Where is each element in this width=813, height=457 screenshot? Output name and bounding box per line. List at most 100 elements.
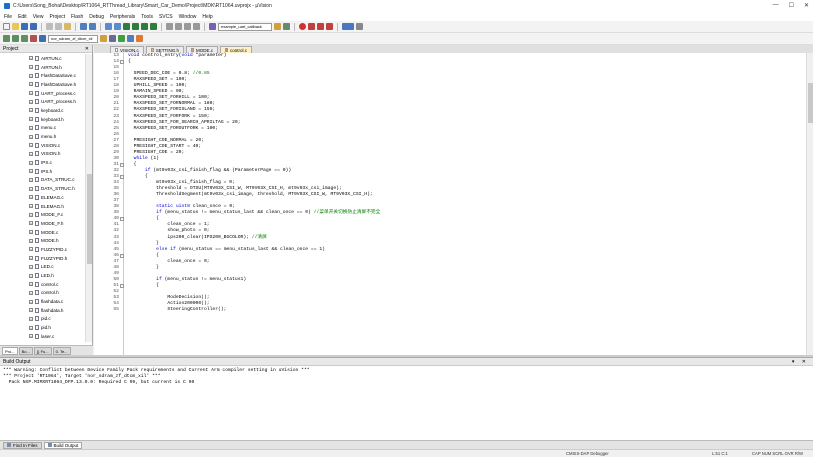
window-layout-icon[interactable] xyxy=(342,23,354,30)
menu-item-debug[interactable]: Debug xyxy=(89,14,104,20)
file-extensions-icon[interactable] xyxy=(109,35,116,42)
expand-icon[interactable]: + xyxy=(29,177,33,182)
expand-icon[interactable]: + xyxy=(29,256,33,261)
bottom-tab-build-output[interactable]: Build Output xyxy=(43,441,83,449)
project-panel-close-button[interactable]: ✕ xyxy=(85,45,89,53)
tree-item-file[interactable]: + AIRTUN.h xyxy=(0,63,86,72)
tree-item-file[interactable]: + control.h xyxy=(0,289,86,298)
download-icon[interactable] xyxy=(39,35,46,42)
comment-icon[interactable] xyxy=(184,23,191,30)
tree-item-file[interactable]: + LED.c xyxy=(0,263,86,272)
build-icon[interactable] xyxy=(12,35,19,42)
editor-tab-mode-c[interactable]: MODE.c xyxy=(186,46,219,53)
menu-item-view[interactable]: View xyxy=(33,14,44,20)
expand-icon[interactable]: + xyxy=(29,247,33,252)
tree-item-file[interactable]: + AIRTUN.c xyxy=(0,54,86,63)
select-packs-icon[interactable] xyxy=(136,35,143,42)
manage-packs-icon[interactable] xyxy=(118,35,125,42)
tree-item-file[interactable]: + flashdata.h xyxy=(0,306,86,315)
fold-toggle-icon[interactable]: - xyxy=(120,175,124,179)
expand-icon[interactable]: + xyxy=(29,308,33,313)
build-output-controls[interactable]: ▾ ✕ xyxy=(792,358,809,366)
translate-icon[interactable] xyxy=(3,35,10,42)
expand-icon[interactable]: + xyxy=(29,273,33,278)
tree-item-file[interactable]: + DATA_STRUC.h xyxy=(0,184,86,193)
maximize-button[interactable]: ☐ xyxy=(789,2,794,9)
menu-item-window[interactable]: Window xyxy=(179,14,197,20)
menu-item-svcs[interactable]: SVCS xyxy=(159,14,173,20)
open-folder-icon[interactable] xyxy=(12,23,19,30)
menu-item-help[interactable]: Help xyxy=(202,14,212,20)
fold-toggle-icon[interactable]: - xyxy=(120,217,124,222)
tree-item-file[interactable]: + IPS.c xyxy=(0,158,86,167)
close-button[interactable]: ✕ xyxy=(804,2,809,9)
panel-tab-3[interactable]: 0. Te... xyxy=(52,346,71,355)
menu-item-file[interactable]: File xyxy=(4,14,12,20)
expand-icon[interactable]: + xyxy=(29,186,33,191)
expand-icon[interactable]: + xyxy=(29,299,33,304)
tree-item-file[interactable]: + MODE_F.h xyxy=(0,219,86,228)
fold-toggle-icon[interactable]: - xyxy=(120,60,124,65)
expand-icon[interactable]: + xyxy=(29,325,33,330)
panel-tab-2[interactable]: {} Fu... xyxy=(33,346,52,355)
expand-icon[interactable]: + xyxy=(29,221,33,226)
tree-item-file[interactable]: + menu.c xyxy=(0,124,86,133)
menu-item-peripherals[interactable]: Peripherals xyxy=(110,14,135,20)
expand-icon[interactable]: + xyxy=(29,99,33,104)
next-bookmark-icon[interactable] xyxy=(141,23,148,30)
undo-icon[interactable] xyxy=(80,23,87,30)
menu-item-flash[interactable]: Flash xyxy=(71,14,83,20)
fold-toggle-icon[interactable]: - xyxy=(120,253,124,258)
expand-icon[interactable]: + xyxy=(29,282,33,287)
tree-item-file[interactable]: + FUZZYPID.h xyxy=(0,254,86,263)
tree-item-file[interactable]: + control.c xyxy=(0,280,86,289)
expand-icon[interactable]: + xyxy=(29,91,33,96)
tree-item-file[interactable]: + VISION.c xyxy=(0,141,86,150)
find-combo[interactable]: example_uart_callback xyxy=(218,22,272,31)
tree-item-file[interactable]: + keyboard.c xyxy=(0,106,86,115)
expand-icon[interactable]: + xyxy=(29,65,33,70)
unindent-icon[interactable] xyxy=(175,23,182,30)
kill-breakpoints-icon[interactable] xyxy=(326,23,333,30)
editor-scrollbar-thumb[interactable] xyxy=(808,83,813,123)
tree-item-file[interactable]: +laser.h xyxy=(0,341,86,342)
expand-icon[interactable]: + xyxy=(29,316,33,321)
editor-tab-vision-c[interactable]: VISION.c xyxy=(110,46,144,53)
tree-item-file[interactable]: + pid.c xyxy=(0,315,86,324)
expand-icon[interactable]: + xyxy=(29,143,33,148)
expand-icon[interactable]: + xyxy=(29,134,33,139)
fold-toggle-icon[interactable]: - xyxy=(120,162,124,167)
panel-tab-1[interactable]: Bo... xyxy=(18,346,33,355)
menu-item-edit[interactable]: Edit xyxy=(18,14,27,20)
tree-item-file[interactable]: + keyboard.h xyxy=(0,115,86,124)
incremental-find-icon[interactable] xyxy=(283,23,290,30)
rebuild-icon[interactable] xyxy=(21,35,28,42)
nav-forward-icon[interactable] xyxy=(114,23,121,30)
find-in-files-icon[interactable] xyxy=(209,23,216,30)
tree-item-file[interactable]: + laser.c xyxy=(0,332,86,341)
target-select[interactable]: nor_sdram_zf_dtcm_xil xyxy=(48,34,98,43)
prev-bookmark-icon[interactable] xyxy=(132,23,139,30)
tree-item-file[interactable]: + VISION.h xyxy=(0,150,86,159)
editor-tab-setting-h[interactable]: SETTING.h xyxy=(145,46,185,53)
stop-build-icon[interactable] xyxy=(30,35,37,42)
editor-scrollbar[interactable] xyxy=(806,53,813,355)
expand-icon[interactable]: + xyxy=(29,108,33,113)
expand-icon[interactable]: + xyxy=(29,160,33,165)
expand-icon[interactable]: + xyxy=(29,230,33,235)
expand-icon[interactable]: + xyxy=(29,82,33,87)
tree-item-file[interactable]: + DATA_STRUC.c xyxy=(0,176,86,185)
expand-icon[interactable]: + xyxy=(29,56,33,61)
expand-icon[interactable]: + xyxy=(29,73,33,78)
expand-icon[interactable]: + xyxy=(29,117,33,122)
expand-icon[interactable]: + xyxy=(29,238,33,243)
expand-icon[interactable]: + xyxy=(29,334,33,339)
expand-icon[interactable]: + xyxy=(29,151,33,156)
expand-icon[interactable]: + xyxy=(29,125,33,130)
breakpoint-icon[interactable] xyxy=(308,23,315,30)
build-output-text[interactable]: *** Warning: Conflict between Device Fam… xyxy=(0,366,813,388)
tree-item-file[interactable]: + ELEMAG.h xyxy=(0,202,86,211)
configure-icon[interactable] xyxy=(356,23,363,30)
expand-icon[interactable]: + xyxy=(29,290,33,295)
clear-bookmarks-icon[interactable] xyxy=(150,23,157,30)
